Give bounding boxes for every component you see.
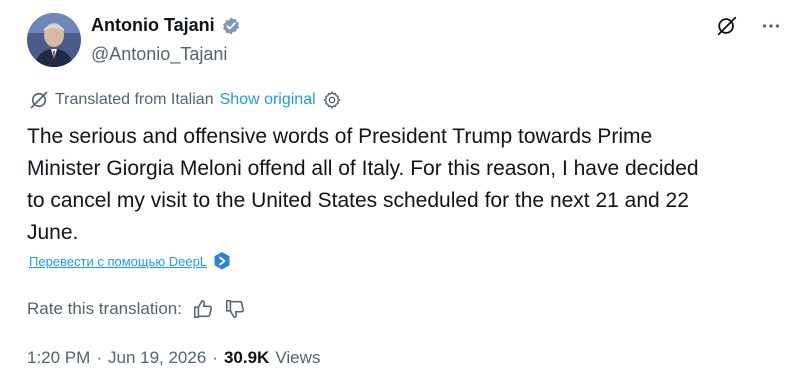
author-name-row: Antonio Tajani [91,15,241,36]
rate-translation-row: Rate this translation: [27,298,246,320]
avatar[interactable] [27,13,81,67]
thumbs-up-icon[interactable] [192,298,214,320]
author-handle[interactable]: @Antonio_Tajani [91,44,227,65]
settings-gear-icon[interactable] [322,90,342,110]
show-original-link[interactable]: Show original [220,91,316,109]
header-actions [716,15,782,37]
meta-separator: · [96,348,102,367]
views-label: Views [275,348,321,367]
tweet-text: The serious and offensive words of Presi… [27,125,699,244]
author-display-name[interactable]: Antonio Tajani [91,15,215,36]
deepl-translate-link[interactable]: Перевести с помощью DeepL [29,254,207,269]
translation-bar: Translated from Italian Show original [29,90,342,110]
deepl-icon[interactable] [213,251,231,271]
deepl-row: Перевести с помощью DeepL [29,251,231,271]
tweet-card: Antonio Tajani @Antonio_Tajani Translate… [0,0,804,392]
more-icon[interactable] [760,15,782,37]
tweet-time[interactable]: 1:20 PM [27,348,90,368]
grok-icon[interactable] [716,15,738,37]
verified-badge-icon[interactable] [221,16,241,36]
thumbs-down-icon[interactable] [224,298,246,320]
views-count: 30.9K [223,348,270,367]
rate-translation-label: Rate this translation: [27,299,182,318]
tweet-date[interactable]: Jun 19, 2026 [108,348,206,368]
tweet-meta: 1:20 PM · Jun 19, 2026 · 30.9K Views [27,348,320,368]
meta-separator: · [212,348,218,367]
translated-from-label: Translated from Italian [55,91,214,108]
translate-icon [29,90,49,110]
